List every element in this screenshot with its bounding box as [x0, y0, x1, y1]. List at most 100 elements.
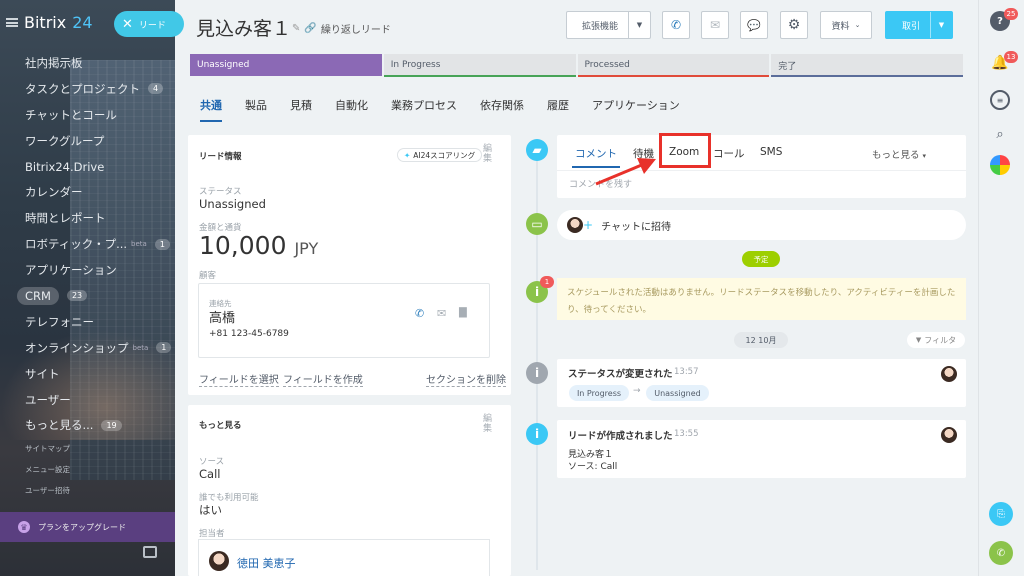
tab-dependencies[interactable]: 依存関係 [480, 97, 524, 122]
tab-history[interactable]: 履歴 [547, 97, 569, 122]
tab-business-process[interactable]: 業務プロセス [391, 97, 457, 122]
chat-invite-row[interactable]: + チャットに招待 [557, 210, 966, 240]
avatar [941, 427, 957, 443]
tab-quotes[interactable]: 見積 [290, 97, 312, 122]
date-badge: 12 10月 [734, 332, 788, 348]
section-title: リード情報 [199, 152, 242, 162]
stage-unassigned[interactable]: Unassigned [190, 54, 382, 76]
repeat-lead-label: ✎ 🔗 繰り返しリード [292, 23, 391, 36]
tab-sms[interactable]: SMS [760, 146, 782, 158]
sidebar-item-more[interactable]: もっと見る... 19 [0, 412, 175, 438]
edit-link[interactable]: 編集 [480, 413, 493, 433]
sidebar-link-menu-settings[interactable]: メニュー設定 [0, 459, 175, 480]
sidebar-item-feed[interactable]: 社内掲示板 [0, 50, 175, 76]
sidebar-item-crm[interactable]: CRM 23 [0, 283, 175, 309]
upgrade-plan-button[interactable]: ♛ プランをアップグレード [0, 512, 175, 542]
sidebar-item-users[interactable]: ユーザー [0, 387, 175, 413]
avatar [209, 551, 229, 571]
documents-button[interactable]: 資料 ⌄ [820, 11, 872, 39]
chevron-down-icon: ▾ [922, 152, 927, 160]
sidebar-link-sitemap[interactable]: サイトマップ [0, 438, 175, 459]
section-title: もっと見る [199, 421, 242, 431]
arrow-icon [595, 158, 656, 186]
add-icon: + [583, 218, 594, 232]
more-tabs-dropdown[interactable]: もっと見る ▾ [872, 147, 926, 161]
stage-complete[interactable]: 完了 [771, 54, 963, 77]
edit-link[interactable]: 編集 [480, 143, 493, 163]
deal-button[interactable]: 取引 ▼ [885, 11, 953, 39]
sidebar-item-tasks[interactable]: タスクとプロジェクト 4 [0, 76, 175, 102]
history-entry-created: リードが作成されました 13:55 見込み客１ ソース: Call [557, 420, 966, 478]
mail-icon[interactable]: ✉ [437, 307, 446, 320]
sidebar-item-chat[interactable]: チャットとコール [0, 102, 175, 128]
sidebar-item-workgroups[interactable]: ワークグループ [0, 128, 175, 154]
chat-icon[interactable]: ▇ [459, 307, 467, 318]
close-icon: ✕ [122, 16, 133, 32]
sidebar-item-drive[interactable]: Bitrix24.Drive [0, 154, 175, 180]
search-icon[interactable]: ⌕ [990, 124, 1010, 144]
close-slider-button[interactable]: ✕ リード [114, 11, 184, 37]
lead-info-card: リード情報 ✦ AI24スコアリング 編集 ステータス Unassigned 金額… [188, 135, 511, 395]
sidebar-item-telephony[interactable]: テレフォニー [0, 309, 175, 335]
sidebar-item-shop[interactable]: オンラインショップ beta 1 [0, 335, 175, 361]
email-button[interactable]: ✉ [701, 11, 729, 39]
tab-products[interactable]: 製品 [245, 97, 267, 122]
chat-icon: ▭ [526, 213, 548, 235]
info-icon: i [526, 423, 548, 445]
sidebar-item-calendar[interactable]: カレンダー [0, 179, 175, 205]
sidebar-link-invite[interactable]: ユーザー招待 [0, 480, 175, 501]
stage-bar: Unassigned In Progress Processed 完了 [190, 54, 965, 77]
stage-processed[interactable]: Processed [577, 54, 770, 77]
filter-button[interactable]: ▼ フィルタ [907, 332, 965, 348]
contact-name[interactable]: 高橋 [209, 307, 235, 326]
extensions-button[interactable]: 拡張機能 ▼ [566, 11, 651, 39]
chat-icon[interactable]: ≡ [990, 90, 1010, 110]
phone-icon[interactable]: ✆ [989, 541, 1013, 565]
contact-phone[interactable]: +81 123-45-6789 [209, 329, 289, 339]
brand-logo[interactable]: Bitrix 24 [6, 13, 93, 32]
lightbulb-icon[interactable] [990, 155, 1010, 175]
tab-applications[interactable]: アプリケーション [592, 97, 680, 122]
history-entry-status: ステータスが変更された 13:57 In Progress → Unassign… [557, 359, 966, 407]
stage-in-progress[interactable]: In Progress [383, 54, 576, 77]
chevron-down-icon[interactable]: ▼ [628, 12, 650, 38]
settings-button[interactable]: ⚙ [780, 11, 808, 39]
avatar [941, 366, 957, 382]
ai-scoring-button[interactable]: ✦ AI24スコアリング [397, 148, 483, 162]
sidebar-item-apps[interactable]: アプリケーション [0, 257, 175, 283]
owner-card: 徳田 美恵子 [198, 539, 490, 576]
tab-call[interactable]: コール [713, 146, 745, 161]
tab-general[interactable]: 共通 [200, 97, 222, 122]
available-value: はい [199, 503, 222, 517]
create-field-link[interactable]: フィールドを作成 [283, 371, 363, 387]
detail-tabs: 共通 製品 見積 自動化 業務プロセス 依存関係 履歴 アプリケーション [200, 97, 680, 122]
chat-button[interactable]: 💬 [740, 11, 768, 39]
call-button[interactable]: ✆ [662, 11, 690, 39]
chevron-down-icon[interactable]: ▼ [930, 12, 952, 38]
arrow-right-icon: → [633, 386, 641, 396]
external-icon[interactable]: ⎘ [989, 502, 1013, 526]
info-icon: i [526, 362, 548, 384]
status-value: Unassigned [199, 197, 266, 211]
avatar [567, 217, 583, 233]
sidebar-item-sites[interactable]: サイト [0, 361, 175, 387]
phone-icon[interactable]: ✆ [415, 307, 424, 320]
sparkle-icon: ✦ [404, 150, 411, 160]
owner-name[interactable]: 徳田 美恵子 [237, 555, 296, 571]
select-field-link[interactable]: フィールドを選択 [199, 371, 279, 387]
right-toolbar: ? 25 🔔 13 ≡ ⌕ ⎘ ✆ [978, 0, 1024, 576]
source-value: Call [199, 467, 221, 481]
mail-icon: ✉ [709, 18, 721, 32]
sidebar-item-rpa[interactable]: ロボティック・プ... beta 1 [0, 231, 175, 257]
tab-automation[interactable]: 自動化 [335, 97, 368, 122]
contact-card: 連絡先 高橋 +81 123-45-6789 ✆ ✉ ▇ [198, 283, 490, 358]
delete-section-link[interactable]: セクションを削除 [426, 371, 506, 387]
sidebar-item-time[interactable]: 時間とレポート [0, 205, 175, 231]
planned-badge: 予定 [742, 251, 780, 267]
printer-icon[interactable] [143, 546, 157, 558]
notif-count-badge: 13 [1004, 51, 1018, 63]
page-title: 見込み客１ [196, 18, 292, 40]
menu-icon[interactable] [6, 18, 18, 27]
empty-schedule-notice: スケジュールされた活動はありません。リードステータスを移動したり、アクティビティ… [557, 278, 966, 320]
pencil-icon[interactable]: ✎ [292, 23, 300, 34]
